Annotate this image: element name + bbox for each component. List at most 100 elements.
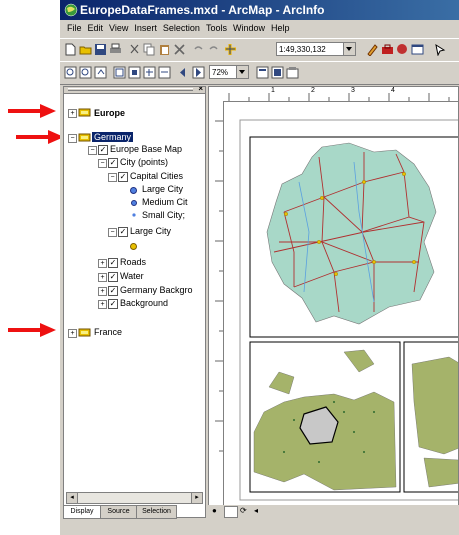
expand-icon[interactable]: +: [68, 329, 77, 338]
collapse-icon[interactable]: −: [68, 134, 77, 143]
legend-label-medium-city: Medium Cit: [142, 197, 188, 207]
toc-horizontal-scrollbar[interactable]: ◂ ▸: [66, 492, 203, 504]
previous-extent-icon[interactable]: [177, 66, 190, 79]
window-icon[interactable]: [411, 43, 424, 56]
menu-view[interactable]: View: [106, 20, 131, 37]
refresh-icon[interactable]: ⟳: [240, 506, 250, 516]
zoom-percent-value: 72%: [212, 68, 229, 77]
toc-item-europe[interactable]: Europe: [94, 108, 125, 118]
copy-icon[interactable]: [143, 43, 156, 56]
cut-icon[interactable]: [128, 43, 141, 56]
menu-tools[interactable]: Tools: [203, 20, 230, 37]
toc-item-background[interactable]: Background: [120, 298, 168, 308]
data-frame-icon: [78, 133, 91, 142]
layout-view[interactable]: 1 2 3 4: [208, 86, 459, 518]
collapse-icon[interactable]: −: [88, 146, 97, 155]
delete-icon[interactable]: [173, 43, 186, 56]
visibility-checkbox[interactable]: ✓: [108, 258, 118, 268]
editor-toolbar-icon[interactable]: [366, 43, 379, 56]
toc-item-europe-base-map[interactable]: Europe Base Map: [110, 144, 182, 154]
expand-icon[interactable]: +: [98, 300, 107, 309]
toc-item-city-points[interactable]: City (points): [120, 157, 168, 167]
data-view-icon[interactable]: ●: [212, 506, 222, 516]
pan-page-icon[interactable]: [94, 66, 107, 79]
zoom-in-page-icon[interactable]: [64, 66, 77, 79]
fixed-zoom-out-icon[interactable]: [158, 66, 171, 79]
vertical-ruler: [209, 101, 224, 506]
scroll-left-icon[interactable]: ◂: [67, 493, 78, 503]
chevron-down-icon[interactable]: [236, 66, 248, 78]
standard-toolbar: 1:49,330,132: [60, 38, 459, 62]
help-icon[interactable]: [434, 43, 447, 56]
expand-icon[interactable]: +: [98, 273, 107, 282]
large-city-symbol-icon: [130, 187, 137, 194]
toc-item-germany-background[interactable]: Germany Backgro: [120, 285, 193, 295]
toc-title-handle[interactable]: ×: [64, 87, 205, 94]
toc-item-water[interactable]: Water: [120, 271, 144, 281]
fixed-zoom-in-icon[interactable]: [143, 66, 156, 79]
toggle-draft-mode-icon[interactable]: [256, 66, 269, 79]
table-of-contents: × + Europe − Germany − ✓ Europe Base Map…: [63, 86, 206, 518]
menu-help[interactable]: Help: [268, 20, 293, 37]
chevron-down-icon[interactable]: [343, 43, 355, 55]
zoom-percent-select[interactable]: 72%: [209, 65, 249, 79]
focus-data-frame-icon[interactable]: [271, 66, 284, 79]
menu-selection[interactable]: Selection: [160, 20, 203, 37]
tab-selection[interactable]: Selection: [136, 505, 177, 519]
save-icon[interactable]: [94, 43, 107, 56]
collapse-icon[interactable]: −: [108, 228, 117, 237]
new-document-icon[interactable]: [64, 43, 77, 56]
tab-source[interactable]: Source: [100, 505, 137, 519]
print-icon[interactable]: [109, 43, 122, 56]
zoom-100-icon[interactable]: [128, 66, 141, 79]
globe-icon: [64, 3, 78, 17]
visibility-checkbox[interactable]: ✓: [118, 227, 128, 237]
horizontal-ruler: 1 2 3 4: [209, 87, 458, 102]
visibility-checkbox[interactable]: ✓: [108, 299, 118, 309]
layout-view-icon[interactable]: [224, 506, 238, 518]
redo-icon[interactable]: [207, 43, 220, 56]
menu-insert[interactable]: Insert: [131, 20, 160, 37]
toc-item-germany[interactable]: Germany: [92, 132, 134, 142]
add-data-icon[interactable]: [224, 43, 237, 56]
toc-item-capital-cities[interactable]: Capital Cities: [130, 171, 183, 181]
map-scale-input[interactable]: 1:49,330,132: [276, 42, 356, 56]
undo-icon[interactable]: [192, 43, 205, 56]
toc-item-roads[interactable]: Roads: [120, 257, 146, 267]
change-layout-icon[interactable]: [286, 66, 299, 79]
paste-icon[interactable]: [158, 43, 171, 56]
scroll-right-icon[interactable]: ▸: [191, 493, 202, 503]
zoom-out-page-icon[interactable]: [79, 66, 92, 79]
menu-window[interactable]: Window: [230, 20, 268, 37]
open-folder-icon[interactable]: [79, 43, 92, 56]
visibility-checkbox[interactable]: ✓: [108, 286, 118, 296]
legend-label-large-city: Large City: [142, 184, 184, 194]
data-frame-icon: [78, 108, 91, 117]
toc-item-france[interactable]: France: [94, 327, 122, 337]
large-city-layer-symbol-icon: [130, 243, 137, 250]
expand-icon[interactable]: +: [98, 287, 107, 296]
scroll-left-icon[interactable]: ◂: [254, 506, 264, 516]
visibility-checkbox[interactable]: ✓: [108, 272, 118, 282]
layout-toolbar: 72%: [60, 61, 459, 85]
annotation-arrow-france: [8, 323, 56, 337]
toc-item-large-city[interactable]: Large City: [130, 226, 171, 236]
collapse-icon[interactable]: −: [108, 173, 117, 182]
visibility-checkbox[interactable]: ✓: [108, 158, 118, 168]
zoom-whole-page-icon[interactable]: [113, 66, 126, 79]
next-extent-icon[interactable]: [192, 66, 205, 79]
visibility-checkbox[interactable]: ✓: [98, 145, 108, 155]
expand-icon[interactable]: +: [68, 109, 77, 118]
arccatalog-icon[interactable]: [396, 43, 409, 56]
menu-bar: File Edit View Insert Selection Tools Window He…: [60, 20, 459, 37]
europe-data-frame: [249, 341, 401, 493]
menu-edit[interactable]: Edit: [85, 20, 107, 37]
ruler-mark-2: 2: [311, 87, 315, 94]
menu-file[interactable]: File: [64, 20, 85, 37]
close-icon[interactable]: ×: [198, 87, 203, 93]
visibility-checkbox[interactable]: ✓: [118, 172, 128, 182]
collapse-icon[interactable]: −: [98, 159, 107, 168]
expand-icon[interactable]: +: [98, 259, 107, 268]
arctoolbox-icon[interactable]: [381, 43, 394, 56]
tab-display[interactable]: Display: [63, 505, 101, 519]
